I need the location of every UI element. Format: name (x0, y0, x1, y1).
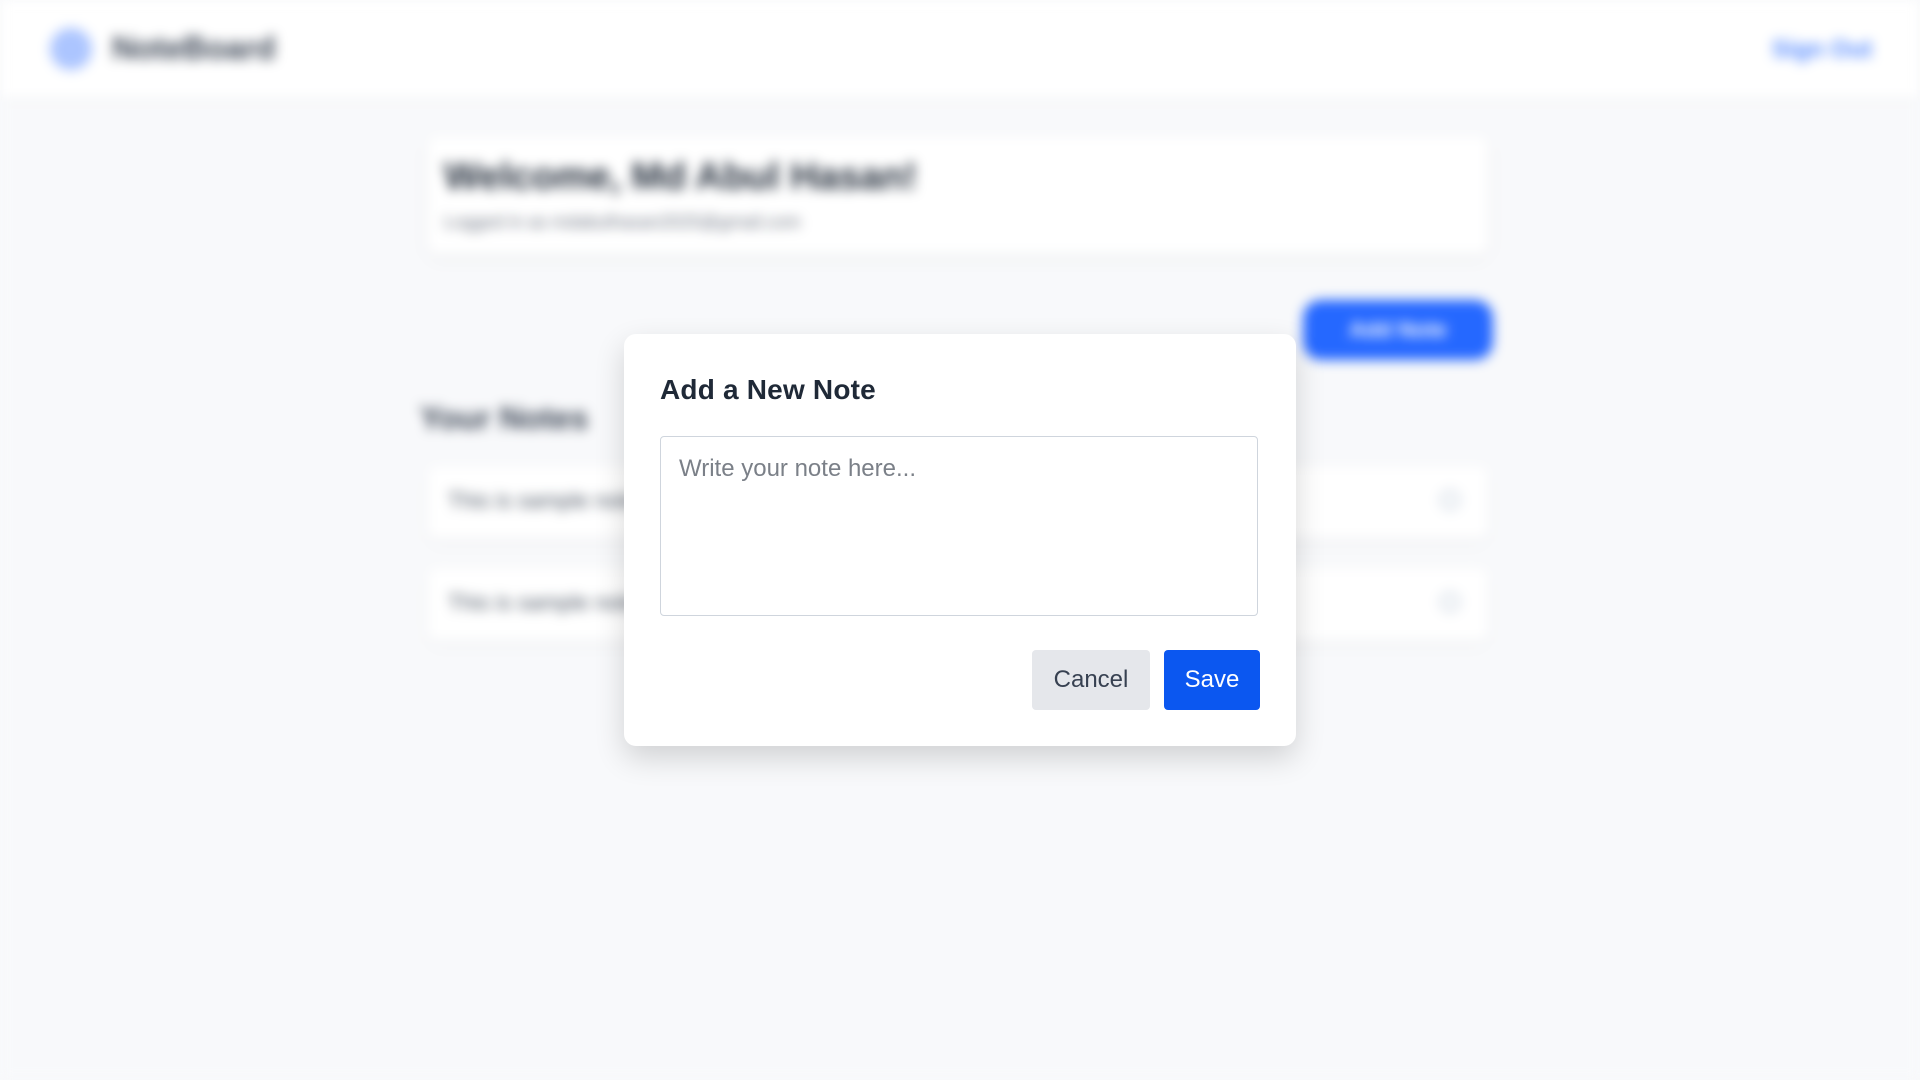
note-text-input[interactable] (660, 436, 1258, 616)
cancel-button[interactable]: Cancel (1032, 650, 1150, 710)
add-note-modal: Add a New Note Cancel Save (624, 334, 1296, 746)
modal-title: Add a New Note (660, 374, 876, 405)
save-button[interactable]: Save (1164, 650, 1260, 710)
